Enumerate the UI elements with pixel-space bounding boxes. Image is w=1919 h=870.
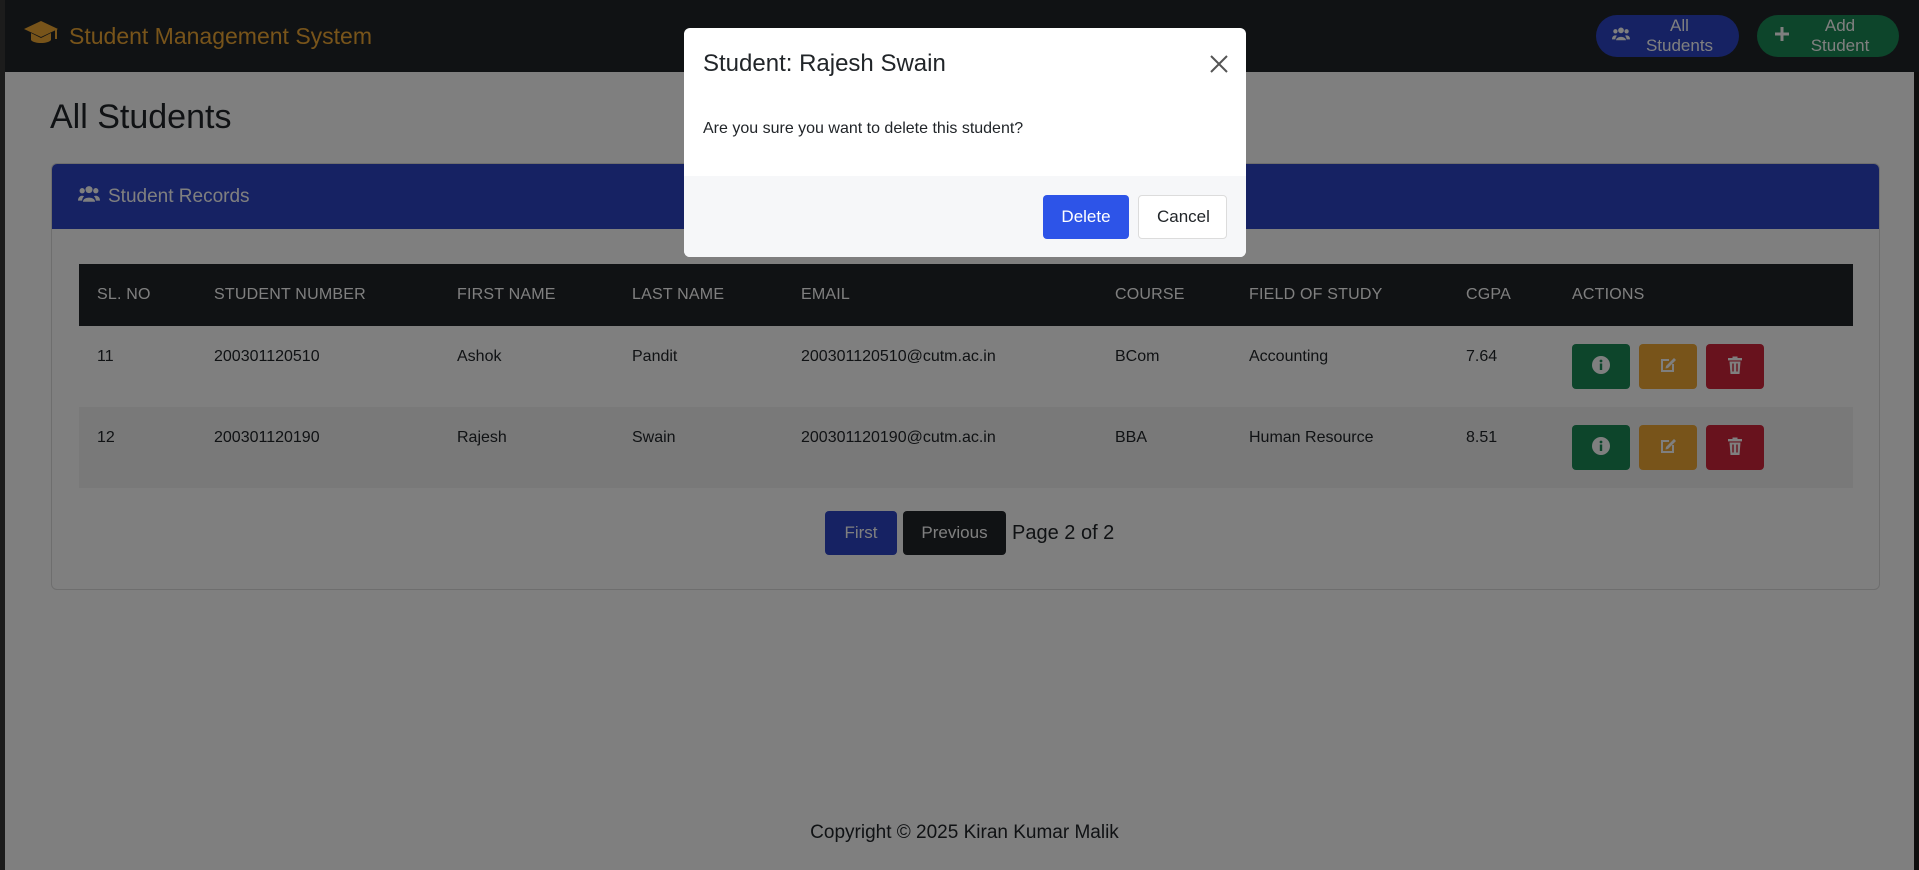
close-icon [1208, 55, 1230, 78]
modal-header: Student: Rajesh Swain [684, 28, 1246, 100]
cancel-button[interactable]: Cancel [1138, 194, 1227, 239]
window-frame: Student Management System All Students A… [0, 0, 1919, 870]
modal-footer: Delete Cancel [684, 176, 1246, 257]
modal-title: Student: Rajesh Swain [703, 50, 946, 77]
close-modal-button[interactable] [1208, 53, 1230, 75]
modal-message: Are you sure you want to delete this stu… [703, 120, 1024, 137]
confirm-delete-button[interactable]: Delete [1043, 194, 1129, 239]
delete-confirm-modal: Student: Rajesh Swain Are you sure you w… [684, 28, 1246, 257]
